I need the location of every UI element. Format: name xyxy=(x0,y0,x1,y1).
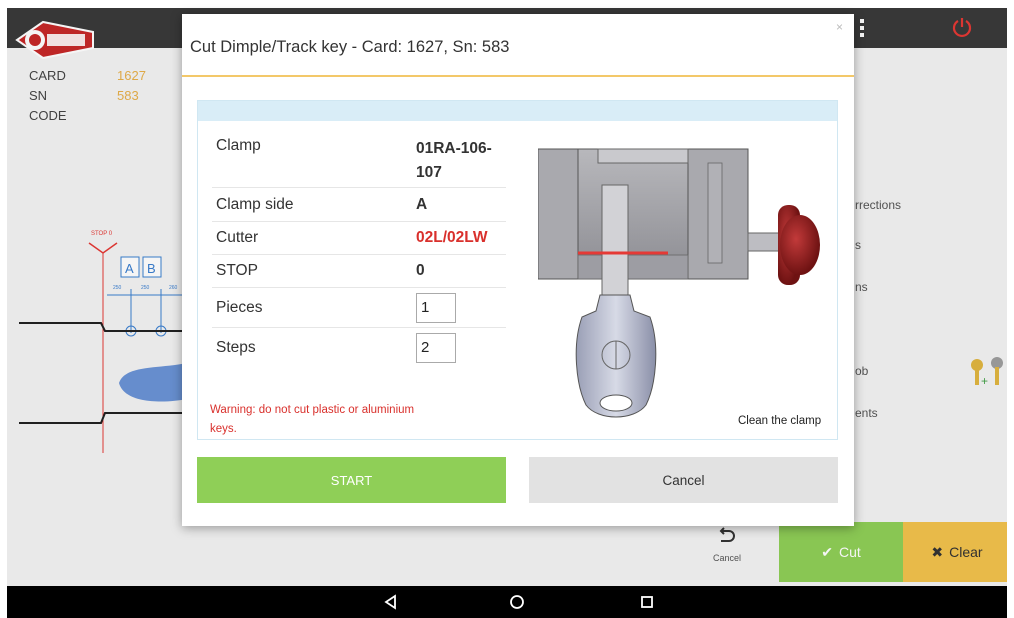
pieces-input[interactable] xyxy=(416,292,456,323)
param-key: Cutter xyxy=(216,229,259,246)
param-row-clamp-side: Clamp side A xyxy=(212,187,506,221)
image-caption: Clean the clamp xyxy=(738,415,822,427)
param-row-pieces: Pieces xyxy=(212,287,506,327)
parameter-table: Clamp 01RA-106-107 Clamp side A Cutter 0… xyxy=(212,131,506,367)
param-value: 01RA-106-107 xyxy=(416,140,492,181)
param-value: 02L/02LW xyxy=(416,229,488,246)
cut-parameters-panel: Clamp 01RA-106-107 Clamp side A Cutter 0… xyxy=(197,100,838,440)
panel-header xyxy=(198,101,837,121)
param-value: 0 xyxy=(416,262,425,279)
start-button[interactable]: START xyxy=(197,457,506,503)
warning-text: Warning: do not cut plastic or aluminium… xyxy=(210,404,415,435)
cancel-button[interactable]: Cancel xyxy=(529,457,838,503)
param-key: Pieces xyxy=(216,298,263,316)
recents-icon[interactable] xyxy=(637,592,657,612)
param-row-steps: Steps xyxy=(212,327,506,367)
param-key: Clamp xyxy=(216,137,261,154)
param-row-stop: STOP 0 xyxy=(212,254,506,287)
home-icon[interactable] xyxy=(507,592,527,612)
param-key: Clamp side xyxy=(216,195,294,213)
close-button[interactable]: × xyxy=(836,20,843,34)
cut-dialog: Cut Dimple/Track key - Card: 1627, Sn: 5… xyxy=(182,14,854,526)
param-key: STOP xyxy=(216,262,258,279)
param-row-clamp: Clamp 01RA-106-107 xyxy=(212,131,506,187)
dialog-title: Cut Dimple/Track key - Card: 1627, Sn: 5… xyxy=(190,38,510,56)
steps-input[interactable] xyxy=(416,332,456,363)
clamp-illustration xyxy=(538,148,820,418)
param-row-cutter: Cutter 02L/02LW xyxy=(212,221,506,254)
back-icon[interactable] xyxy=(381,592,401,612)
param-value: A xyxy=(416,195,428,213)
android-nav-bar xyxy=(7,586,1007,618)
title-divider xyxy=(182,75,854,77)
param-key: Steps xyxy=(216,338,256,356)
